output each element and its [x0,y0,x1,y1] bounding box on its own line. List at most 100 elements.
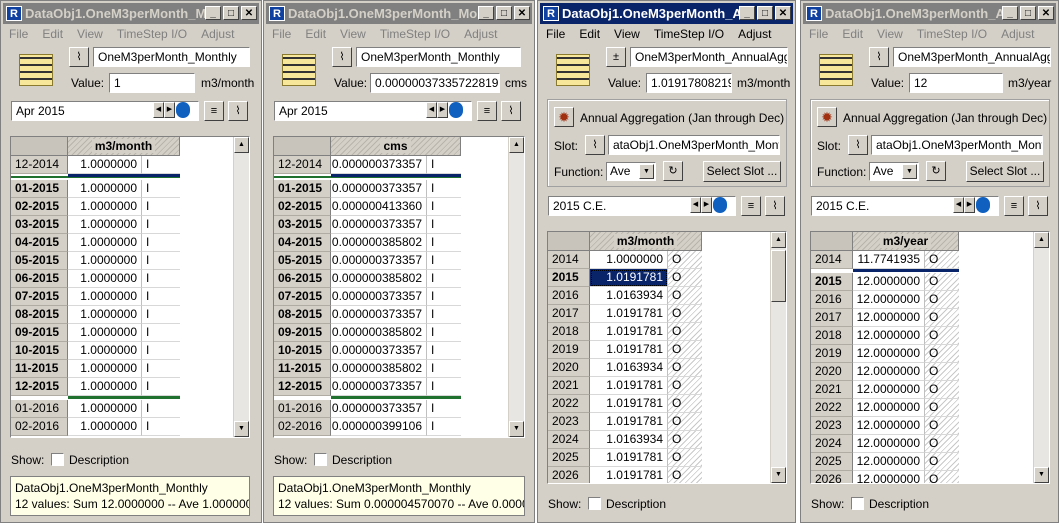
row-value-cell[interactable]: 12.0000000 [853,273,925,291]
row-value-cell[interactable]: 0.000000373357 [331,156,427,174]
slot-name-field[interactable]: OneM3perMonth_AnnualAggAve [630,47,788,67]
menu-adjust[interactable]: Adjust [201,25,234,43]
menu-file[interactable]: File [9,25,28,43]
menu-file[interactable]: File [272,25,291,43]
table-row[interactable]: 04-2015 1.0000000 I [11,234,180,252]
column-header[interactable]: m3/year [853,232,959,251]
agg-slot-type-icon[interactable]: ± [606,47,626,67]
table-row[interactable]: 01-2015 0.000000373357 I [274,180,461,198]
row-value-cell[interactable]: 0.000000373357 [331,342,427,360]
list-view-icon[interactable]: ≡ [477,101,497,121]
table-row[interactable]: 02-2015 0.000000413360 I [274,198,461,216]
table-row[interactable]: 06-2015 1.0000000 I [11,270,180,288]
table-row[interactable]: 2021 1.0191781 O [548,377,702,395]
scroll-down-icon[interactable]: ▼ [771,467,786,483]
select-slot-button[interactable]: Select Slot ... [966,161,1044,182]
table-row[interactable]: 2026 12.0000000 O [811,471,959,483]
source-slot-icon[interactable]: ⌇ [848,135,868,155]
column-header[interactable]: m3/month [68,137,180,156]
row-value-cell[interactable]: 0.000000373357 [331,288,427,306]
menu-view[interactable]: View [614,25,640,43]
row-value-cell[interactable]: 1.0163934 [590,359,668,377]
title-bar[interactable]: R DataObj1.OneM3perMonth_M... _ □ ✕ [3,3,259,24]
title-bar[interactable]: R DataObj1.OneM3perMonth_Mo... _ □ ✕ [266,3,532,24]
table-row[interactable]: 2025 12.0000000 O [811,453,959,471]
row-value-cell[interactable]: 1.0191781 [590,449,668,467]
row-value-cell[interactable]: 0.000000385802 [331,360,427,378]
slot-type-icon[interactable]: ⌇ [69,47,89,67]
row-value-cell[interactable]: 12.0000000 [853,471,925,483]
table-row[interactable]: 2017 1.0191781 O [548,305,702,323]
menu-file[interactable]: File [546,25,565,43]
row-value-cell[interactable]: 1.0191781 [590,377,668,395]
table-row[interactable]: 2024 1.0163934 O [548,431,702,449]
prev-date-icon[interactable]: ◀ [153,102,164,118]
slot-name-field[interactable]: OneM3perMonth_AnnualAggSum [893,47,1051,67]
row-value-cell[interactable]: 12.0000000 [853,381,925,399]
row-value-cell[interactable]: 0.000000373357 [331,378,427,396]
row-value-cell[interactable]: 11.7741935 [853,251,925,269]
next-date-icon[interactable]: ▶ [164,102,175,118]
row-value-cell[interactable]: 1.0000000 [68,378,142,396]
row-value-cell[interactable]: 0.000000373357 [331,216,427,234]
row-value-cell[interactable]: 1.0191781 [590,269,668,287]
table-row[interactable]: 05-2015 0.000000373357 I [274,252,461,270]
table-row[interactable]: 2015 12.0000000 O [811,273,959,291]
title-bar[interactable]: R DataObj1.OneM3perMonth_A... _ □ ✕ [540,3,793,24]
row-value-cell[interactable]: 1.0000000 [68,418,142,436]
row-value-cell[interactable]: 1.0163934 [590,287,668,305]
table-row[interactable]: 2022 12.0000000 O [811,399,959,417]
row-value-cell[interactable]: 1.0191781 [590,395,668,413]
value-field[interactable]: 1.01917808219 [646,73,732,93]
minimize-icon[interactable]: _ [478,6,494,20]
source-slot-icon[interactable]: ⌇ [585,135,605,155]
row-value-cell[interactable]: 12.0000000 [853,435,925,453]
column-header[interactable]: m3/month [590,232,702,251]
row-value-cell[interactable]: 1.0000000 [68,270,142,288]
menu-edit[interactable]: Edit [842,25,863,43]
row-value-cell[interactable]: 12.0000000 [853,345,925,363]
value-field[interactable]: 0.000000373357228196 [370,73,500,93]
table-row[interactable]: 2017 12.0000000 O [811,309,959,327]
table-row[interactable]: 2019 12.0000000 O [811,345,959,363]
value-field[interactable]: 12 [909,73,1003,93]
slot-name-field[interactable]: OneM3perMonth_Monthly [356,47,521,67]
next-date-icon[interactable]: ▶ [964,197,975,213]
plot-icon[interactable]: ⌇ [228,101,248,121]
plot-icon[interactable]: ⌇ [501,101,521,121]
scroll-down-icon[interactable]: ▼ [234,421,249,437]
vertical-scrollbar[interactable]: ▲ ▼ [233,137,249,437]
menu-timestep-io[interactable]: TimeStep I/O [380,25,450,43]
table-row[interactable]: 10-2015 1.0000000 I [11,342,180,360]
table-row[interactable]: 07-2015 1.0000000 I [11,288,180,306]
table-row[interactable]: 2014 1.0000000 O [548,251,702,269]
row-value-cell[interactable]: 1.0000000 [68,306,142,324]
table-row[interactable]: 12-2015 0.000000373357 I [274,378,461,396]
table-row[interactable]: 2018 1.0191781 O [548,323,702,341]
menu-timestep-io[interactable]: TimeStep I/O [917,25,987,43]
table-row[interactable]: 05-2015 1.0000000 I [11,252,180,270]
function-select[interactable]: Ave ▼ [606,162,656,181]
table-row[interactable]: 03-2015 0.000000373357 I [274,216,461,234]
menu-view[interactable]: View [877,25,903,43]
menu-adjust[interactable]: Adjust [464,25,497,43]
description-checkbox[interactable] [314,453,327,466]
chevron-down-icon[interactable]: ▼ [639,164,654,179]
row-value-cell[interactable]: 1.0000000 [68,252,142,270]
menu-file[interactable]: File [809,25,828,43]
globe-icon[interactable] [176,102,190,118]
row-value-cell[interactable]: 0.000000413360 [331,198,427,216]
table-row[interactable]: 2022 1.0191781 O [548,395,702,413]
table-row[interactable]: 2020 12.0000000 O [811,363,959,381]
refresh-icon[interactable]: ↻ [663,161,683,181]
description-checkbox[interactable] [851,497,864,510]
prev-date-icon[interactable]: ◀ [426,102,437,118]
table-row[interactable]: 11-2015 1.0000000 I [11,360,180,378]
table-row[interactable]: 09-2015 1.0000000 I [11,324,180,342]
row-value-cell[interactable]: 1.0191781 [590,305,668,323]
table-row[interactable]: 2019 1.0191781 O [548,341,702,359]
list-view-icon[interactable]: ≡ [1004,196,1024,216]
row-value-cell[interactable]: 1.0000000 [68,234,142,252]
row-value-cell[interactable]: 0.000000385802 [331,324,427,342]
maximize-icon[interactable]: □ [496,6,512,20]
